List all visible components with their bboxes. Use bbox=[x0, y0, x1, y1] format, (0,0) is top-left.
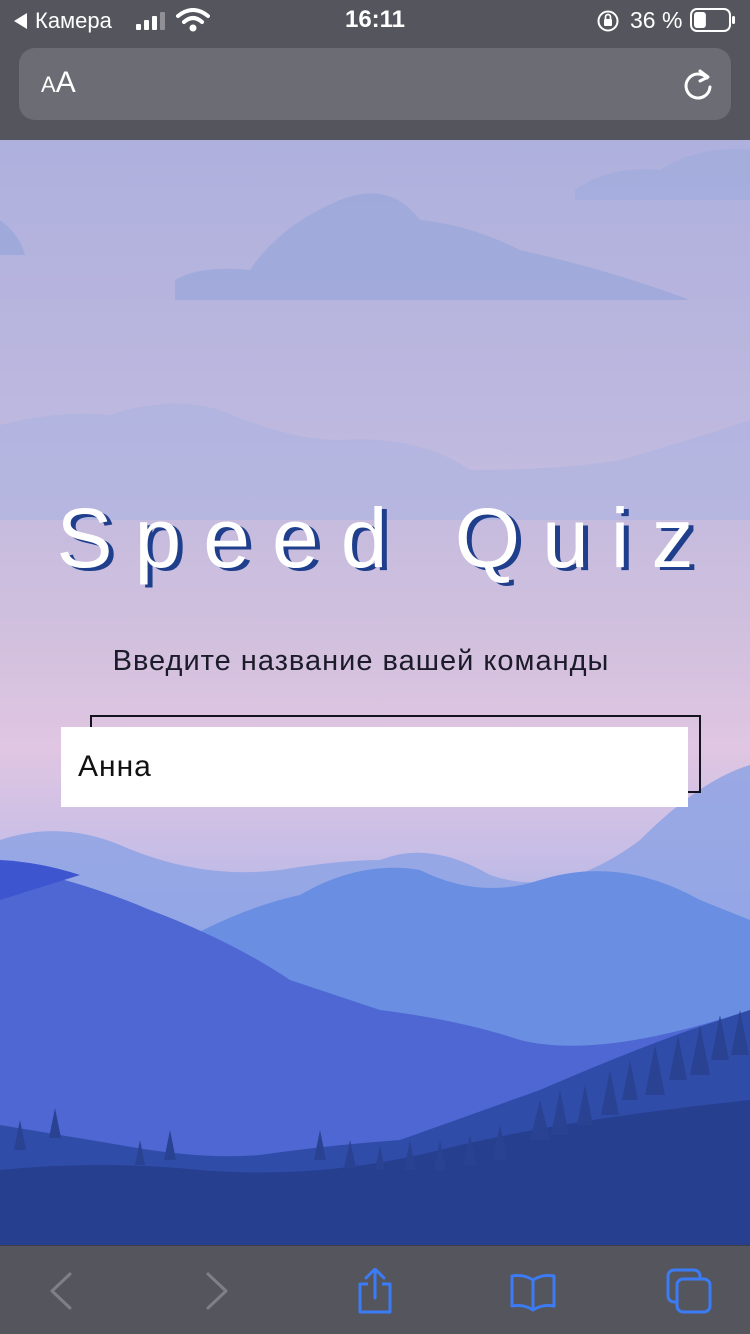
mountain-landscape-background bbox=[0, 149, 750, 1245]
orientation-lock-icon bbox=[597, 10, 619, 32]
web-page: Speed Quiz Введите название вашей команд… bbox=[0, 140, 750, 1245]
bookmarks-icon[interactable] bbox=[510, 1268, 556, 1314]
tabs-icon[interactable] bbox=[666, 1268, 712, 1314]
chevron-left-icon[interactable] bbox=[38, 1268, 84, 1314]
team-name-prompt: Введите название вашей команды bbox=[112, 645, 610, 677]
browser-address-area: AA bbox=[0, 40, 750, 140]
status-bar: Камера 16:11 36 % bbox=[0, 0, 750, 40]
battery-percent: 36 % bbox=[630, 7, 683, 33]
text-size-button[interactable]: AA bbox=[41, 66, 76, 100]
address-bar[interactable]: AA bbox=[19, 48, 731, 120]
reload-icon[interactable] bbox=[681, 66, 715, 102]
page-title: Speed Quiz bbox=[56, 491, 716, 585]
share-icon[interactable] bbox=[352, 1268, 398, 1314]
battery-icon bbox=[690, 8, 735, 32]
chevron-right-icon[interactable] bbox=[194, 1268, 240, 1314]
team-name-input[interactable] bbox=[61, 727, 688, 807]
browser-toolbar bbox=[0, 1245, 750, 1334]
